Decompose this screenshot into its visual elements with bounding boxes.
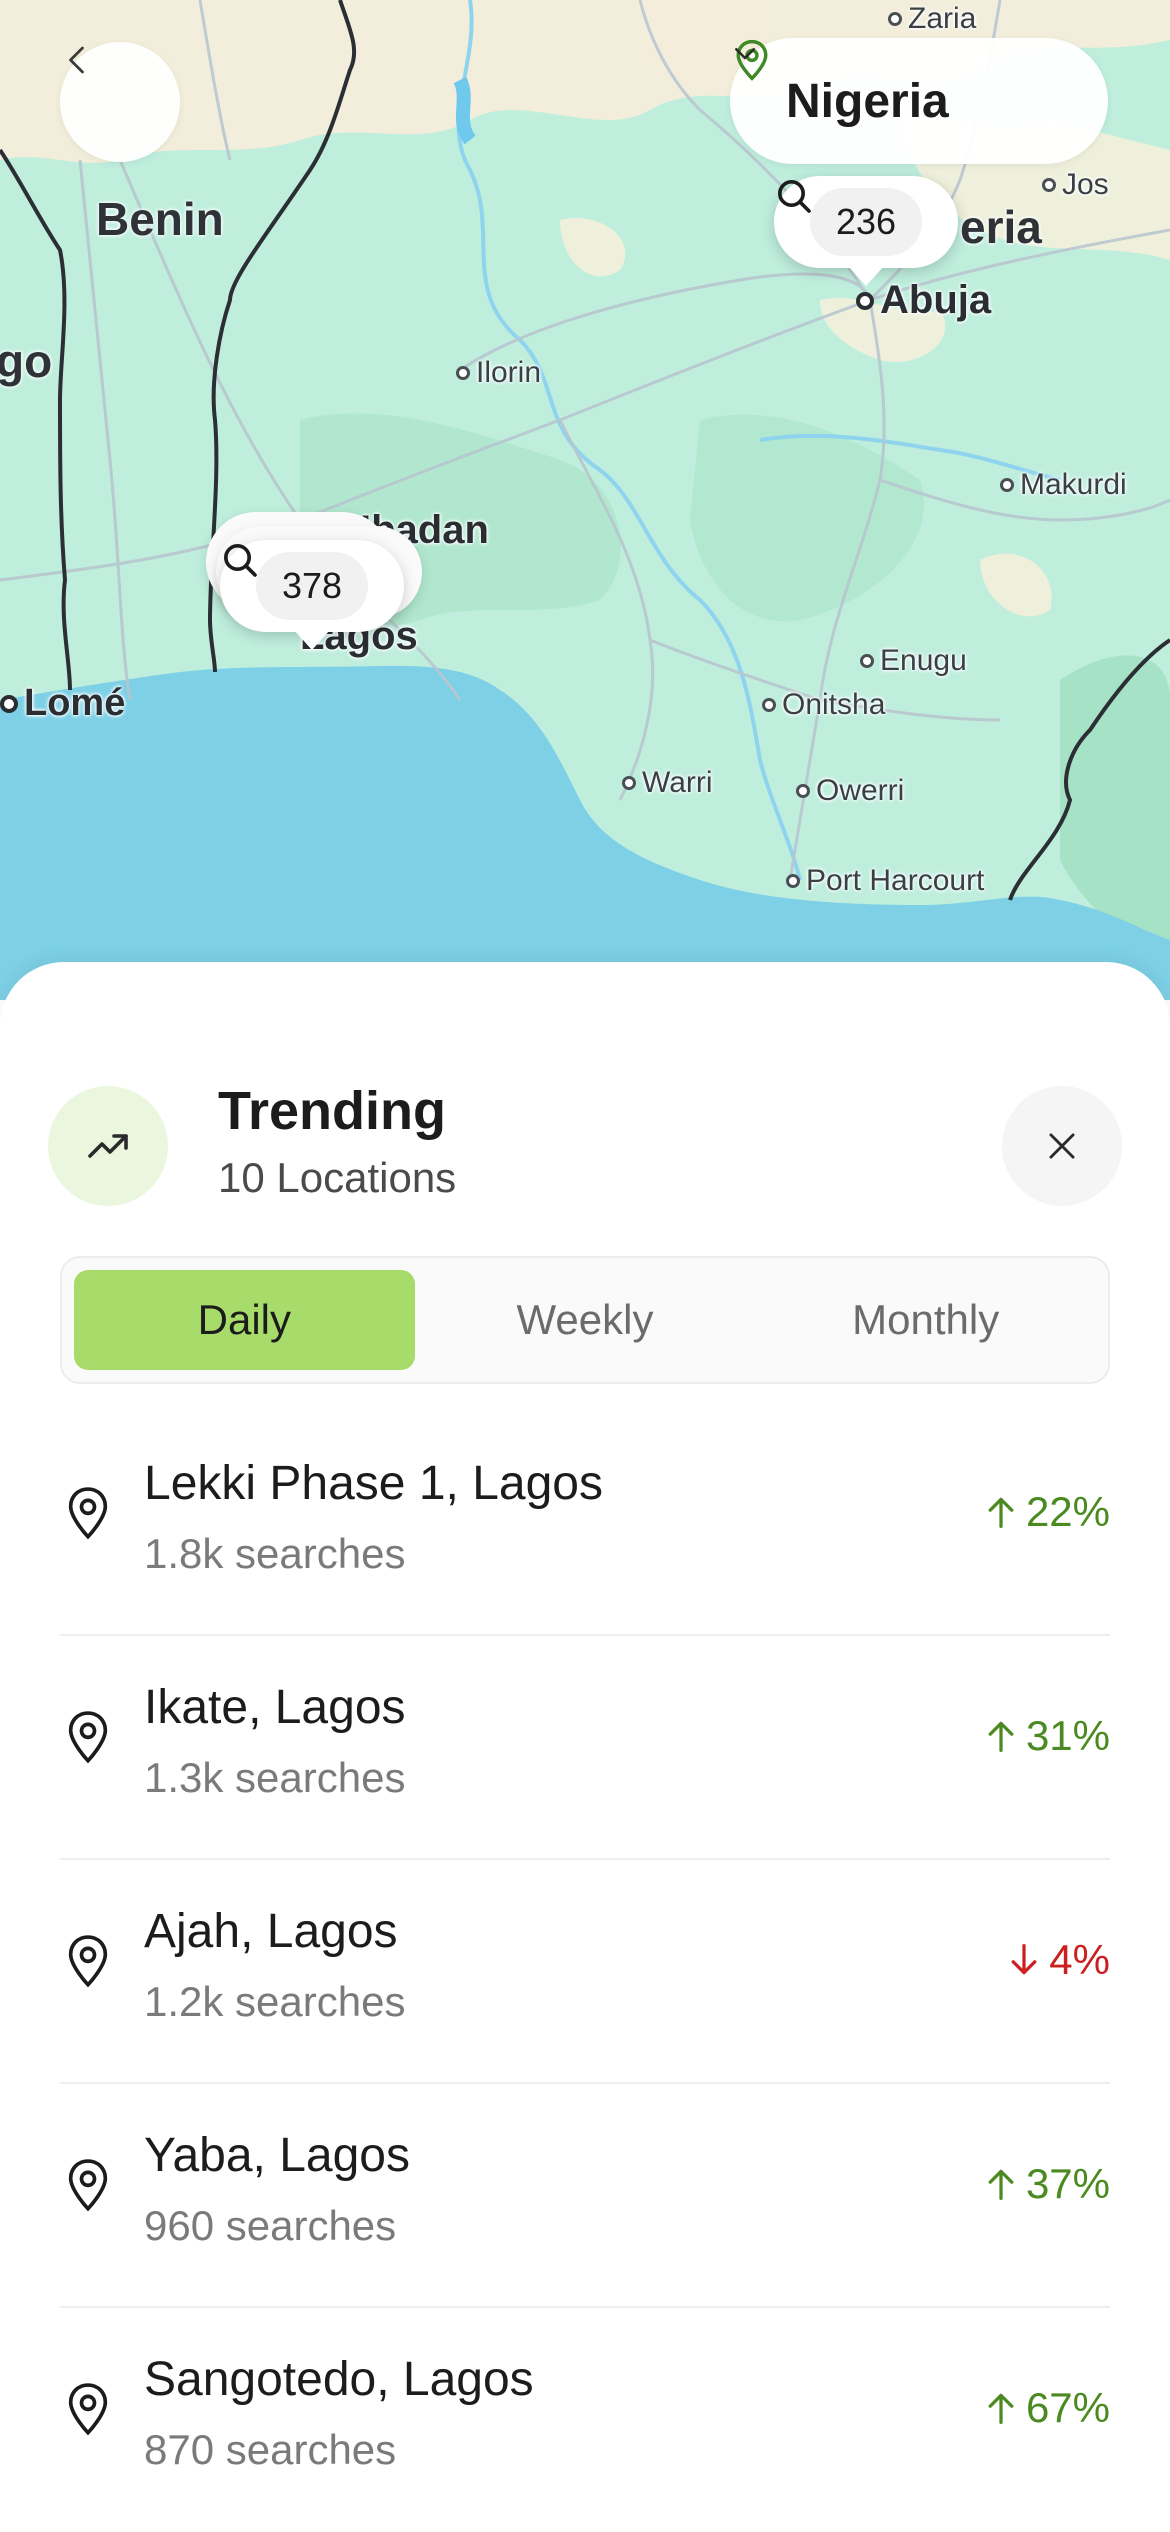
period-tabs: Daily Weekly Monthly bbox=[60, 1256, 1110, 1384]
chevron-left-icon bbox=[69, 46, 84, 74]
change-indicator: 37% bbox=[986, 2160, 1110, 2208]
list-item[interactable]: Ikate, Lagos 1.3k searches 31% bbox=[60, 1636, 1110, 1860]
change-indicator: 31% bbox=[986, 1712, 1110, 1760]
marker-count: 378 bbox=[281, 565, 343, 606]
city-label: Abuja bbox=[880, 278, 992, 322]
location-name: Ajah, Lagos bbox=[144, 1905, 398, 1958]
search-count: 1.8k searches bbox=[144, 1530, 406, 1577]
city-makurdi: Makurdi bbox=[1000, 468, 1127, 502]
location-pin-icon bbox=[68, 1487, 108, 1540]
city-dot bbox=[856, 291, 874, 310]
location-pin-icon bbox=[68, 1935, 108, 1988]
change-indicator: 22% bbox=[986, 1488, 1110, 1536]
city-ilorin: Ilorin bbox=[456, 356, 541, 390]
arrow-up-icon bbox=[988, 1721, 1014, 1753]
change-value: 22% bbox=[1025, 1488, 1110, 1535]
city-enugu: Enugu bbox=[860, 644, 967, 678]
country-label-benin: Benin bbox=[96, 193, 224, 245]
location-pin-icon bbox=[68, 1711, 108, 1764]
city-dot bbox=[762, 698, 776, 712]
change-value: 67% bbox=[1025, 2384, 1110, 2431]
change-value: 4% bbox=[1049, 1936, 1110, 1983]
arrow-down-icon bbox=[1011, 1943, 1037, 1975]
country-selector-label: Nigeria bbox=[786, 74, 949, 128]
city-onitsha: Onitsha bbox=[762, 688, 885, 722]
search-count: 870 searches bbox=[144, 2426, 397, 2473]
marker-count: 236 bbox=[835, 201, 897, 242]
city-label: Makurdi bbox=[1020, 468, 1127, 501]
city-jos: Jos bbox=[1042, 168, 1109, 202]
marker-tail bbox=[848, 266, 884, 286]
search-marker-abuja[interactable]: 236 bbox=[774, 176, 958, 286]
location-pin-icon bbox=[68, 2383, 108, 2436]
trending-badge bbox=[48, 1086, 168, 1206]
city-dot bbox=[860, 654, 874, 668]
location-name: Sangotedo, Lagos bbox=[144, 2353, 534, 2406]
search-count: 1.3k searches bbox=[144, 1754, 406, 1801]
city-zaria: Zaria bbox=[888, 2, 976, 36]
close-icon bbox=[1049, 1133, 1075, 1159]
city-lome: Lomé bbox=[0, 682, 125, 725]
city-label: Port Harcourt bbox=[806, 864, 985, 897]
city-port-harcourt: Port Harcourt bbox=[786, 864, 984, 898]
city-label: Warri bbox=[642, 766, 713, 799]
tab-monthly[interactable]: Monthly bbox=[755, 1270, 1096, 1370]
trending-list: Lekki Phase 1, Lagos 1.8k searches 22% I… bbox=[60, 1412, 1110, 2532]
search-icon bbox=[778, 180, 811, 213]
close-button[interactable] bbox=[1002, 1086, 1122, 1206]
city-warri: Warri bbox=[622, 766, 713, 800]
change-value: 37% bbox=[1025, 2160, 1110, 2207]
country-selector[interactable]: Nigeria bbox=[730, 38, 1108, 164]
trending-sheet: Trending 10 Locations Daily Weekly Month… bbox=[0, 962, 1170, 2532]
location-name: Ikate, Lagos bbox=[144, 1681, 406, 1734]
trending-up-icon bbox=[88, 1134, 128, 1158]
city-label: Enugu bbox=[880, 644, 967, 677]
change-value: 31% bbox=[1025, 1712, 1110, 1759]
city-dot bbox=[1042, 178, 1056, 192]
city-label: Onitsha bbox=[782, 688, 886, 721]
arrow-up-icon bbox=[988, 2169, 1014, 2201]
marker-tail bbox=[294, 630, 330, 650]
arrow-up-icon bbox=[988, 2393, 1014, 2425]
search-marker-lagos[interactable]: 378 bbox=[220, 540, 404, 650]
location-name: Lekki Phase 1, Lagos bbox=[144, 1457, 603, 1510]
location-name: Yaba, Lagos bbox=[144, 2129, 410, 2182]
arrow-up-icon bbox=[988, 1497, 1014, 1529]
change-indicator: 4% bbox=[1009, 1936, 1110, 1984]
chevron-down-icon bbox=[735, 48, 755, 60]
marker-bubble: 378 bbox=[224, 544, 369, 620]
tab-daily[interactable]: Daily bbox=[74, 1270, 415, 1370]
city-dot bbox=[888, 12, 902, 26]
location-pin-icon bbox=[68, 2159, 108, 2212]
marker-bubble: 236 bbox=[778, 180, 923, 256]
tab-weekly[interactable]: Weekly bbox=[415, 1270, 756, 1370]
list-item[interactable]: Sangotedo, Lagos 870 searches 67% bbox=[60, 2308, 1110, 2532]
list-item[interactable]: Ajah, Lagos 1.2k searches 4% bbox=[60, 1860, 1110, 2084]
search-count: 1.2k searches bbox=[144, 1978, 406, 2025]
back-button[interactable] bbox=[60, 42, 180, 162]
city-dot bbox=[786, 874, 800, 888]
city-owerri: Owerri bbox=[796, 774, 904, 808]
city-dot bbox=[796, 784, 810, 798]
country-label-togo: go bbox=[0, 335, 53, 387]
search-count: 960 searches bbox=[144, 2202, 397, 2249]
sheet-title: Trending bbox=[218, 1081, 446, 1141]
country-label-nigeria: eria bbox=[960, 201, 1042, 253]
search-icon bbox=[224, 544, 257, 577]
city-dot bbox=[622, 776, 636, 790]
list-item[interactable]: Yaba, Lagos 960 searches 37% bbox=[60, 2084, 1110, 2308]
city-label: Lomé bbox=[24, 682, 126, 724]
city-dot bbox=[1000, 478, 1014, 492]
city-dot bbox=[456, 366, 470, 380]
change-indicator: 67% bbox=[986, 2384, 1110, 2432]
city-label: Zaria bbox=[908, 2, 977, 35]
city-label: Owerri bbox=[816, 774, 905, 807]
city-label: Jos bbox=[1062, 168, 1109, 201]
sheet-subtitle: 10 Locations bbox=[218, 1154, 457, 1201]
city-dot bbox=[0, 694, 18, 713]
city-label: Ilorin bbox=[476, 356, 542, 389]
list-item[interactable]: Lekki Phase 1, Lagos 1.8k searches 22% bbox=[60, 1412, 1110, 1636]
map-view[interactable]: Benin go eria Zaria Jos Abuja Ilorin Mak… bbox=[0, 0, 1170, 1000]
